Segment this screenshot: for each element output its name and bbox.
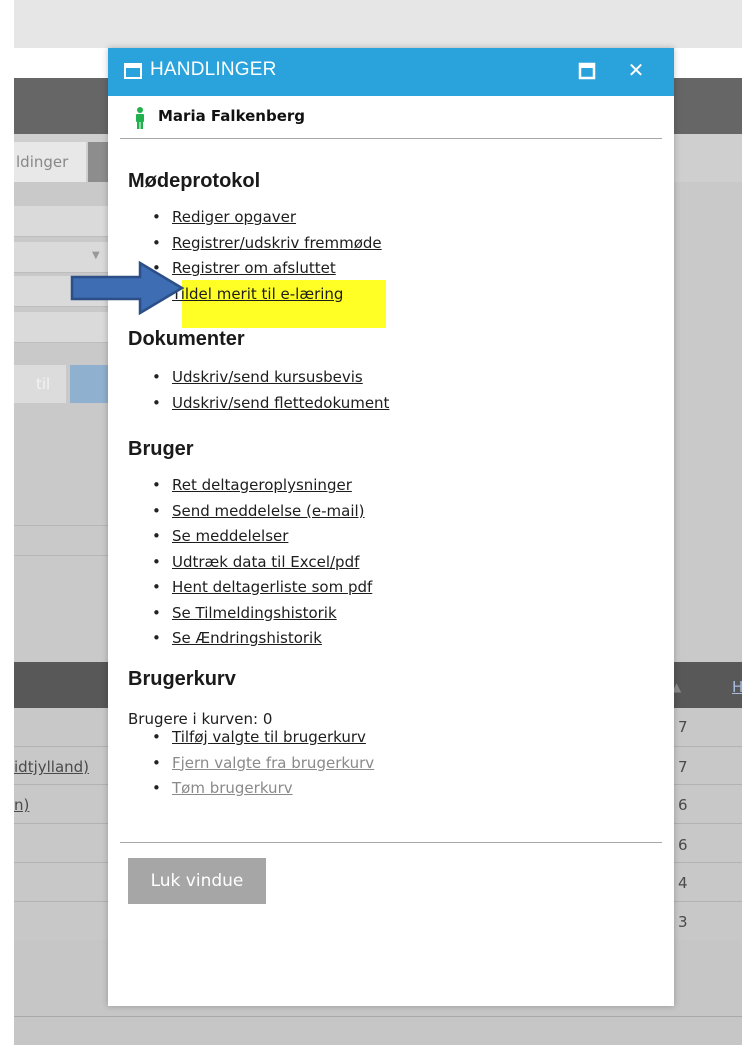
section-heading-modeprotokol: Mødeprotokol [128, 170, 261, 192]
link-kursusbevis[interactable]: Udskriv/send kursusbevis [172, 368, 363, 386]
bg-table-number: 6 [678, 796, 688, 814]
bg-footer-line [14, 1016, 742, 1017]
section-heading-bruger: Bruger [128, 438, 194, 460]
dialog-titlebar[interactable]: HANDLINGER ✕ [108, 48, 674, 96]
link-rediger-opgaver[interactable]: Rediger opgaver [172, 208, 296, 226]
link-flettedokument[interactable]: Udskriv/send flettedokument [172, 394, 389, 412]
bg-divider [14, 525, 108, 526]
dokumenter-list: • Udskriv/send kursusbevis • Udskriv/send … [152, 365, 389, 416]
bg-table-number: 7 [678, 758, 688, 776]
bg-table-number: 6 [678, 836, 688, 854]
person-icon [136, 107, 144, 129]
list-item: •Tildel merit til e-læring [152, 282, 382, 308]
list-item: • Registrer om afsluttet [152, 259, 336, 277]
bruger-list: • Ret deltageroplysninger • Send meddelels… [152, 473, 372, 652]
link-hent-deltagerliste[interactable]: Hent deltagerliste som pdf [172, 578, 372, 596]
link-registrer-fremmode[interactable]: Registrer/udskriv fremmøde [172, 234, 382, 252]
section-heading-brugerkurv: Brugerkurv [128, 668, 236, 690]
maximize-icon[interactable] [578, 62, 596, 80]
list-item: • Send meddelelse (e-mail) [152, 501, 365, 520]
bg-tab[interactable]: ldinger [14, 142, 86, 182]
bg-divider [14, 555, 108, 556]
bg-field[interactable] [14, 206, 108, 237]
close-icon[interactable]: ✕ [624, 57, 648, 83]
link-ret-deltageroplysninger[interactable]: Ret deltageroplysninger [172, 476, 352, 494]
list-item: • Fjern valgte fra brugerkurv [152, 753, 375, 772]
list-item: • Rediger opgaver [152, 208, 297, 226]
user-name: Maria Falkenberg [158, 107, 306, 125]
list-item: • Se meddelelser [152, 527, 289, 545]
close-window-button[interactable]: Luk vindue [128, 858, 266, 904]
bg-table-number: 4 [678, 874, 688, 892]
list-item: • Tøm brugerkurv [152, 779, 293, 797]
link-aendringshistorik[interactable]: Se Ændringshistorik [172, 629, 322, 647]
bg-header-link[interactable]: H [732, 678, 742, 696]
list-item: • Udskriv/send flettedokument [152, 393, 390, 412]
list-item: • Udtræk data til Excel/pdf [152, 552, 360, 571]
bg-top-strip [14, 0, 742, 48]
separator [120, 138, 662, 139]
actions-dialog: HANDLINGER ✕ Maria Falkenberg Mødeprotok… [70, 48, 674, 1006]
link-registrer-afsluttet[interactable]: Registrer om afsluttet [172, 259, 336, 277]
bg-til-button[interactable]: til [14, 365, 66, 403]
list-item: • Udskriv/send kursusbevis [152, 368, 363, 386]
bg-field[interactable] [14, 312, 108, 343]
bg-blue-button[interactable] [70, 365, 108, 403]
bg-table-link[interactable]: n) [14, 796, 29, 814]
modeprotokol-list: • Rediger opgaver • Registrer/udskriv frem… [152, 205, 382, 307]
list-item: • Se Tilmeldingshistorik [152, 603, 337, 622]
list-item: • Se Ændringshistorik [152, 629, 322, 647]
link-tildel-merit[interactable]: Tildel merit til e-læring [172, 285, 343, 303]
link-tilmeldingshistorik[interactable]: Se Tilmeldingshistorik [172, 604, 337, 622]
link-tom-brugerkurv[interactable]: Tøm brugerkurv [172, 779, 293, 797]
link-se-meddelelser[interactable]: Se meddelelser [172, 527, 288, 545]
bg-table-number: 3 [678, 913, 688, 931]
link-tilfoj-brugerkurv[interactable]: Tilføj valgte til brugerkurv [172, 728, 366, 746]
list-item: • Registrer/udskriv fremmøde [152, 233, 382, 252]
list-item: • Hent deltagerliste som pdf [152, 578, 373, 596]
section-heading-dokumenter: Dokumenter [128, 328, 245, 350]
window-icon [124, 63, 142, 79]
list-item: • Tilføj valgte til brugerkurv [152, 728, 366, 746]
link-send-meddelelse[interactable]: Send meddelelse (e-mail) [172, 502, 365, 520]
list-item: • Ret deltageroplysninger [152, 476, 352, 494]
dialog-title: HANDLINGER [150, 59, 277, 80]
link-fjern-brugerkurv[interactable]: Fjern valgte fra brugerkurv [172, 754, 374, 772]
bg-table-number: 7 [678, 718, 688, 736]
brugerkurv-list: • Tilføj valgte til brugerkurv • Fjern val… [152, 725, 374, 802]
bg-tab-dark[interactable] [88, 142, 108, 182]
bg-table-link[interactable]: idtjylland) [14, 758, 89, 776]
link-udtraek-data[interactable]: Udtræk data til Excel/pdf [172, 553, 359, 571]
arrow-right-icon [70, 260, 185, 316]
separator [120, 842, 662, 843]
